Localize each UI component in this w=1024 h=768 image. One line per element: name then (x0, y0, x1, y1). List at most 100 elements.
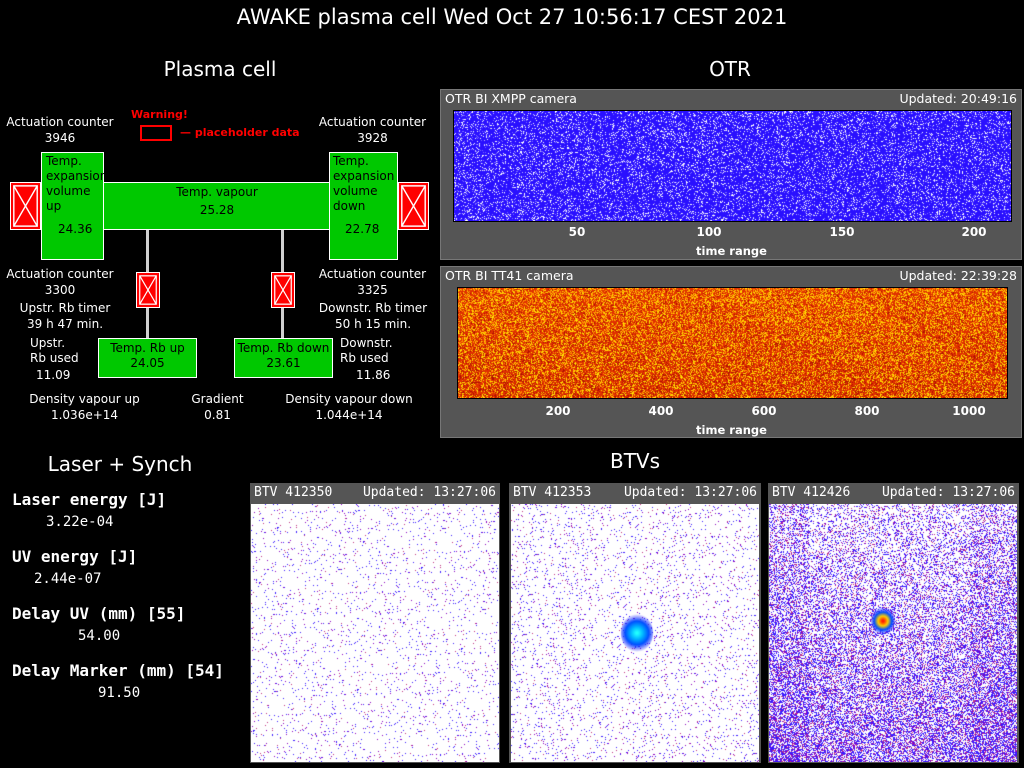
btv-header: BTV 412350 Updated: 13:27:06 (250, 483, 500, 503)
x-tick: 800 (854, 404, 880, 418)
btv-name: BTV 412353 (513, 485, 592, 500)
density-down-value: 1.044e+14 (315, 408, 383, 422)
btv-name: BTV 412426 (772, 485, 851, 500)
expansion-down-label: Temp. expansion volume down (333, 154, 395, 213)
btv-412426: BTV 412426 Updated: 13:27:06 (768, 483, 1019, 763)
x-tick: 600 (751, 404, 777, 418)
rb-down-label: Temp. Rb down (237, 341, 330, 355)
pipe-up-vertical-lower (146, 306, 149, 340)
btv-updated: Updated: 13:27:06 (362, 485, 496, 500)
delay-marker-value: 91.50 (98, 685, 141, 701)
btv-name: BTV 412350 (254, 485, 333, 500)
gradient: Gradient 0.81 (180, 391, 255, 423)
downstream-rb-used-label: Downstr. Rb used (340, 336, 393, 365)
downstream-timer-label: Downstr. Rb timer (318, 301, 428, 315)
pipe-up-vertical (146, 230, 149, 274)
camera-updated: Updated: 22:39:28 (899, 268, 1017, 283)
rb-down-value: 23.61 (266, 356, 301, 370)
page-title: AWAKE plasma cell Wed Oct 27 10:56:17 CE… (236, 5, 788, 29)
downstream-rb-used-value: 11.86 (356, 368, 391, 382)
pipe-down-vertical-lower (281, 306, 284, 340)
density-down-label: Density vapour down (285, 392, 413, 406)
actuation-counter-label: Actuation counter (318, 267, 427, 281)
rb-up-value: 24.05 (130, 356, 165, 370)
warning-legend-box (140, 125, 172, 141)
downstream-timer-value: 50 h 15 min. (334, 317, 412, 331)
uv-energy-value: 2.44e-07 (34, 571, 102, 587)
actuation-counter-value: 3946 (44, 131, 76, 145)
warning-label: Warning! (131, 108, 188, 121)
gradient-label: Gradient (191, 392, 244, 406)
upstream-rb-timer: Upstr. Rb timer 39 h 47 min. (5, 300, 125, 332)
delay-uv-value: 54.00 (78, 628, 121, 644)
actuation-counter-value: 3300 (44, 283, 76, 297)
valve-rb-down (271, 272, 295, 308)
delay-marker-label: Delay Marker (mm) [54] (12, 661, 224, 680)
btv-updated: Updated: 13:27:06 (881, 485, 1015, 500)
x-axis-ticks: 200 400 600 800 1000 (457, 398, 1006, 418)
delay-uv-label: Delay UV (mm) [55] (12, 604, 186, 623)
cross-icon (13, 185, 38, 227)
btvs-heading: BTVs (609, 449, 661, 473)
valve-right-end (398, 182, 429, 230)
expansion-up-value: 24.36 (58, 222, 93, 236)
camera-name: OTR BI XMPP camera (445, 91, 577, 106)
rb-down-box: Temp. Rb down 23.61 (234, 338, 333, 378)
actuation-counter-top-left: Actuation counter 3946 (5, 114, 115, 146)
valve-left-end (10, 182, 41, 230)
laser-energy-value: 3.22e-04 (46, 514, 114, 530)
valve-rb-up (136, 272, 160, 308)
actuation-counter-label: Actuation counter (6, 267, 114, 281)
btv-header: BTV 412426 Updated: 13:27:06 (768, 483, 1019, 503)
btv-header: BTV 412353 Updated: 13:27:06 (509, 483, 761, 503)
x-axis-label: time range (696, 244, 767, 258)
vapour-tube: Temp. vapour 25.28 (103, 182, 331, 230)
btv-image (769, 504, 1017, 762)
density-up-label: Density vapour up (29, 392, 140, 406)
actuation-counter-value: 3325 (357, 283, 388, 297)
actuation-counter-value: 3928 (357, 131, 388, 145)
laser-synch-heading: Laser + Synch (47, 452, 193, 476)
btv-image (511, 504, 759, 762)
gradient-value: 0.81 (204, 408, 231, 422)
otr-xmpp-image (453, 110, 1012, 222)
actuation-counter-label: Actuation counter (6, 115, 114, 129)
density-vapour-down: Density vapour down 1.044e+14 (284, 391, 414, 423)
actuation-counter-bottom-left: Actuation counter 3300 (5, 266, 115, 298)
upstream-rb-used-value: 11.09 (36, 368, 71, 382)
actuation-counter-bottom-right: Actuation counter 3325 (315, 266, 430, 298)
camera-name: OTR BI TT41 camera (445, 268, 574, 283)
downstream-rb-timer: Downstr. Rb timer 50 h 15 min. (313, 300, 433, 332)
x-tick: 200 (545, 404, 571, 418)
cross-icon (139, 275, 157, 305)
density-up-value: 1.036e+14 (50, 408, 119, 422)
actuation-counter-label: Actuation counter (318, 115, 427, 129)
vapour-label: Temp. vapour (176, 185, 258, 199)
laser-energy-label: Laser energy [J] (12, 490, 167, 509)
cross-icon (274, 275, 292, 305)
camera-updated: Updated: 20:49:16 (899, 91, 1017, 106)
expansion-volume-up: Temp. expansion volume up 24.36 (41, 152, 108, 260)
btv-412353: BTV 412353 Updated: 13:27:06 (509, 483, 761, 763)
expansion-volume-down: Temp. expansion volume down 22.78 (329, 152, 398, 260)
x-tick: 400 (648, 404, 674, 418)
vapour-value: 25.28 (199, 203, 235, 217)
btv-412350: BTV 412350 Updated: 13:27:06 (250, 483, 500, 763)
btv-updated: Updated: 13:27:06 (623, 485, 757, 500)
cross-icon (401, 185, 426, 227)
rb-up-label: Temp. Rb up (110, 341, 185, 355)
upstream-timer-label: Upstr. Rb timer (19, 301, 111, 315)
otr-tt41-image (457, 287, 1008, 399)
x-axis-ticks: 50 100 150 200 (453, 221, 1010, 241)
actuation-counter-top-right: Actuation counter 3928 (315, 114, 430, 146)
x-axis-label: time range (696, 423, 767, 437)
expansion-up-label: Temp. expansion volume up (46, 154, 108, 213)
otr-heading: OTR (709, 57, 751, 81)
otr-camera-tt41: OTR BI TT41 camera Updated: 22:39:28 200… (440, 266, 1022, 438)
upstream-rb-used-label: Upstr. Rb used (30, 336, 79, 365)
expansion-down-value: 22.78 (345, 222, 380, 236)
x-tick: 1000 (952, 404, 986, 418)
x-tick: 150 (829, 225, 855, 239)
btv-image (251, 504, 499, 762)
otr-camera-xmpp: OTR BI XMPP camera Updated: 20:49:16 50 … (440, 89, 1022, 260)
